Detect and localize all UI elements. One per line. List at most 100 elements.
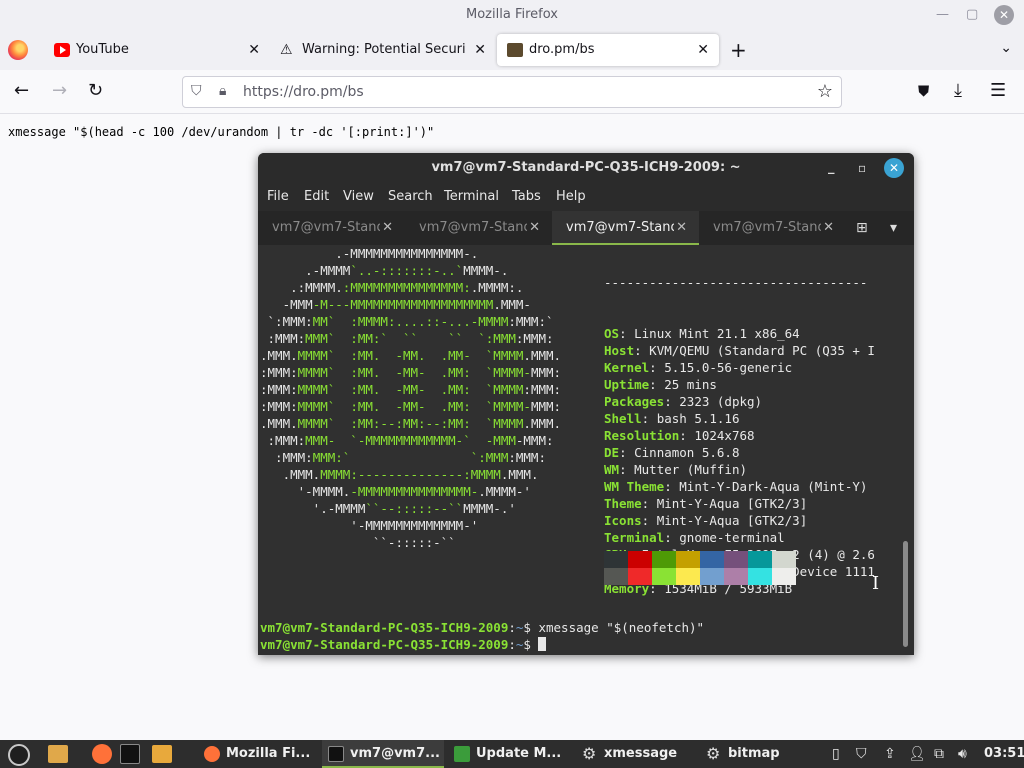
clock[interactable]: 03:51 [984,740,1024,768]
close-icon[interactable]: ✕ [884,158,904,178]
tab-menu-chevron-icon[interactable]: ▾ [890,211,897,245]
terminal-menubar: File Edit View Search Terminal Tabs Help [258,183,914,211]
tab-youtube[interactable]: YouTube ✕ [44,34,270,66]
firefox-icon[interactable] [8,40,28,60]
menu-terminal[interactable]: Terminal [444,189,499,204]
update-manager-icon [454,746,470,762]
info-separator: ----------------------------------- [604,275,868,290]
task-label: vm7@vm7... [350,746,440,761]
menu-help[interactable]: Help [556,189,586,204]
minimize-icon[interactable]: — [936,0,949,30]
info-key: Packages [604,394,665,409]
terminal-scrollbar[interactable] [903,541,908,647]
logo-segment: `:MMM: [260,314,313,329]
maximize-icon[interactable]: ▢ [966,0,978,30]
downloads-icon[interactable]: ⤓ [954,80,962,102]
terminal-icon[interactable] [120,744,140,764]
task-label: Update M... [476,746,562,761]
taskbar-task-update-manager[interactable]: Update M... [448,740,572,768]
new-tab-button[interactable]: + [730,36,747,64]
logo-line: :MMM:MMMM` :MM. -MM- .MM: `MMMM:MMM: [260,381,561,398]
logo-segment: MMMM` :MM. -MM- .MM: `MMMM [297,382,524,397]
logo-line: .MMM.MMMM` :MM. -MM. .MM- `MMMM.MMM. [260,347,561,364]
mint-menu-icon[interactable] [8,744,30,766]
files-icon[interactable] [152,745,172,763]
color-swatch [604,568,628,585]
logo-segment: MMMM` :MM. -MM. .MM- `MMMM [297,348,524,363]
network-icon[interactable]: ⧉ [934,740,944,768]
menu-edit[interactable]: Edit [304,189,329,204]
logo-segment: MMMM:--------------:MMMM [320,467,501,482]
shield-icon[interactable]: ⛉ [191,83,202,99]
info-key: Uptime [604,377,650,392]
ibeam-cursor-icon: I [872,573,880,594]
terminal-tab[interactable]: vm7@vm7-Standard-PC-Q35-ICH9-2009: ~ ✕ [405,211,552,245]
pocket-icon[interactable]: ⛊ [918,80,929,102]
taskbar-task-firefox[interactable]: Mozilla Fi... [198,740,318,768]
volume-icon[interactable]: 🔊︎ [958,740,967,768]
terminal-titlebar: vm7@vm7-Standard-PC-Q35-ICH9-2009: ~ _ ▫… [258,153,914,183]
tab-security-warning[interactable]: ⚠ Warning: Potential Security Risk Ahead… [270,34,496,66]
info-key: Terminal [604,530,665,545]
logo-segment: :MMM: [260,450,313,465]
logo-line: '.-MMMM``--:::::--``MMMM-.' [260,500,561,517]
clipboard-icon[interactable]: ▯ [832,740,840,768]
taskbar-task-terminal[interactable]: vm7@vm7... [322,740,444,768]
close-tab-icon[interactable]: ✕ [474,34,486,66]
tab-label: Warning: Potential Security Risk Ahead [302,42,466,57]
logo-line: :MMM:MMMM` :MM. -MM- .MM: `MMMM-MMM: [260,364,561,381]
list-all-tabs-icon[interactable]: ⌄ [1000,40,1012,56]
logo-line: :MMM:MMM` :MM:` `` `` `:MMM:MMM: [260,330,561,347]
tab-dro-pm[interactable]: dro.pm/bs ✕ [497,34,719,66]
taskbar-task-bitmap[interactable]: ⚙ bitmap [700,740,810,768]
color-swatch [676,551,700,568]
logo-line: .-MMMM`..-:::::::-..`MMMM-. [260,262,561,279]
color-swatch [652,551,676,568]
color-swatch [700,551,724,568]
logo-segment: MMMM` :MM. -MM- .MM: `MMMM- [297,365,531,380]
logo-segment: MMMM` :MM. -MM- .MM: `MMMM- [297,399,531,414]
task-label: bitmap [728,746,780,761]
shield-icon[interactable]: ⛉ [856,740,867,768]
menu-file[interactable]: File [267,189,289,204]
logo-segment: :MMM: [260,382,298,397]
close-tab-icon[interactable]: ✕ [529,211,540,245]
upload-icon[interactable]: ⇪ [884,740,896,768]
color-swatch [724,568,748,585]
terminal-title: vm7@vm7-Standard-PC-Q35-ICH9-2009: ~ [431,160,741,175]
logo-line: `:MMM:MM` :MMMM:....::-...-MMMM:MMM:` [260,313,561,330]
logo-line: :MMM:MMMM` :MM. -MM- .MM: `MMMM-MMM: [260,398,561,415]
info-key: Host [604,343,635,358]
terminal-output[interactable]: .-MMMMMMMMMMMMMMM-. .-MMMM`..-:::::::-..… [258,245,914,655]
firefox-icon[interactable] [92,744,112,764]
menu-tabs[interactable]: Tabs [512,189,541,204]
info-value: KVM/QEMU (Standard PC (Q35 + I [649,343,875,358]
color-palette [604,551,796,585]
terminal-icon [328,746,344,762]
terminal-tab[interactable]: vm7@vm7-Standard-PC-Q35-ICH9-2009: ~ ✕ [258,211,405,245]
info-value: 1024x768 [694,428,755,443]
close-tab-icon[interactable]: ✕ [382,211,393,245]
folder-icon[interactable] [48,745,68,763]
url-text[interactable]: https://dro.pm/bs [243,84,364,100]
minimize-icon[interactable]: _ [828,153,835,183]
logo-line: .MMM.MMMM` :MM:--:MM:--:MM: `MMMM.MMM. [260,415,561,432]
maximize-icon[interactable]: ▫ [858,153,866,183]
close-tab-icon[interactable]: ✕ [697,34,709,66]
back-button[interactable]: ← [14,80,29,102]
menu-icon[interactable]: ☰ [990,80,1006,102]
url-bar[interactable]: ⛉ 🔒︎ https://dro.pm/bs ☆ [182,76,842,108]
menu-view[interactable]: View [343,189,374,204]
reload-button[interactable]: ↻ [88,80,103,102]
bookmark-star-icon[interactable]: ☆ [817,81,833,102]
close-icon[interactable]: ✕ [994,5,1014,25]
forward-button[interactable]: → [52,80,67,102]
taskbar-task-xmessage[interactable]: ⚙ xmessage [576,740,696,768]
gear-icon: ⚙ [706,744,721,763]
menu-search[interactable]: Search [388,189,433,204]
close-tab-icon[interactable]: ✕ [248,34,260,66]
color-swatch [772,551,796,568]
info-row: Host: KVM/QEMU (Standard PC (Q35 + I [604,343,875,358]
user-icon[interactable]: 👤︎ [908,740,926,768]
lock-icon[interactable]: 🔒︎ [219,83,226,99]
